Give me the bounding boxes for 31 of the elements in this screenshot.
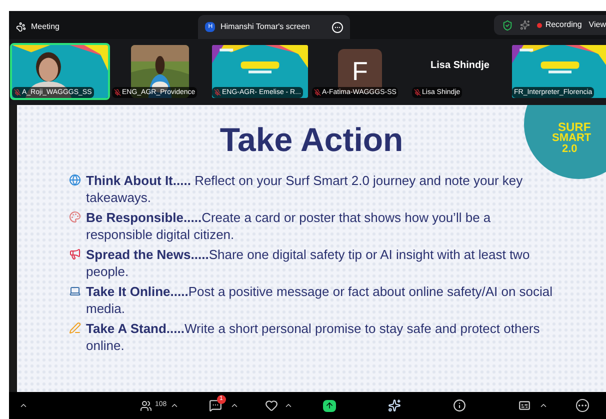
megaphone-icon xyxy=(69,248,81,260)
slide-title: Take Action xyxy=(220,120,404,160)
caret-icon[interactable] xyxy=(230,401,239,410)
logo-text: SURF xyxy=(558,122,591,133)
action-item: Take It Online.....Post a positive message or fact about online safety/AI on social media. xyxy=(86,283,554,317)
participant-display-name: Lisa Shindje xyxy=(430,58,490,72)
action-item: Be Responsible.....Create a card or poster that shows how you’ll be a responsible digital citizen. xyxy=(86,209,492,243)
caret-icon[interactable] xyxy=(284,401,293,410)
info-icon[interactable] xyxy=(452,399,466,412)
view-button[interactable]: View xyxy=(588,19,606,31)
arrow-up-icon xyxy=(324,401,334,410)
window-tab[interactable]: Meeting xyxy=(9,15,66,39)
chat-icon[interactable] xyxy=(208,399,222,412)
caret-icon[interactable] xyxy=(538,401,548,410)
caret-icon[interactable] xyxy=(19,401,28,410)
more-icon[interactable] xyxy=(576,399,589,412)
security-shield-icon[interactable] xyxy=(502,20,514,30)
share-screen-button[interactable] xyxy=(322,400,336,412)
heart-icon[interactable] xyxy=(264,399,278,412)
action-item: Take A Stand.....Write a short personal promise to stay safe and protect others online. xyxy=(86,320,541,354)
captions-icon[interactable] xyxy=(518,399,531,412)
logo-text: SMART xyxy=(552,133,592,144)
globe-icon xyxy=(69,174,81,186)
action-item: Spread the News.....Share one digital safety tip or AI insight with at least two people. xyxy=(86,246,531,280)
action-item: Think About It..... Reflect on your Surf Smart 2.0 journey and note your key takeaways. xyxy=(86,172,524,206)
participants-icon[interactable] xyxy=(140,400,152,412)
logo-text: 2.0 xyxy=(562,144,578,155)
laptop-icon xyxy=(69,285,81,297)
caret-icon[interactable] xyxy=(170,401,179,410)
recording-indicator[interactable]: Recording xyxy=(537,19,582,31)
palette-icon xyxy=(69,211,81,223)
